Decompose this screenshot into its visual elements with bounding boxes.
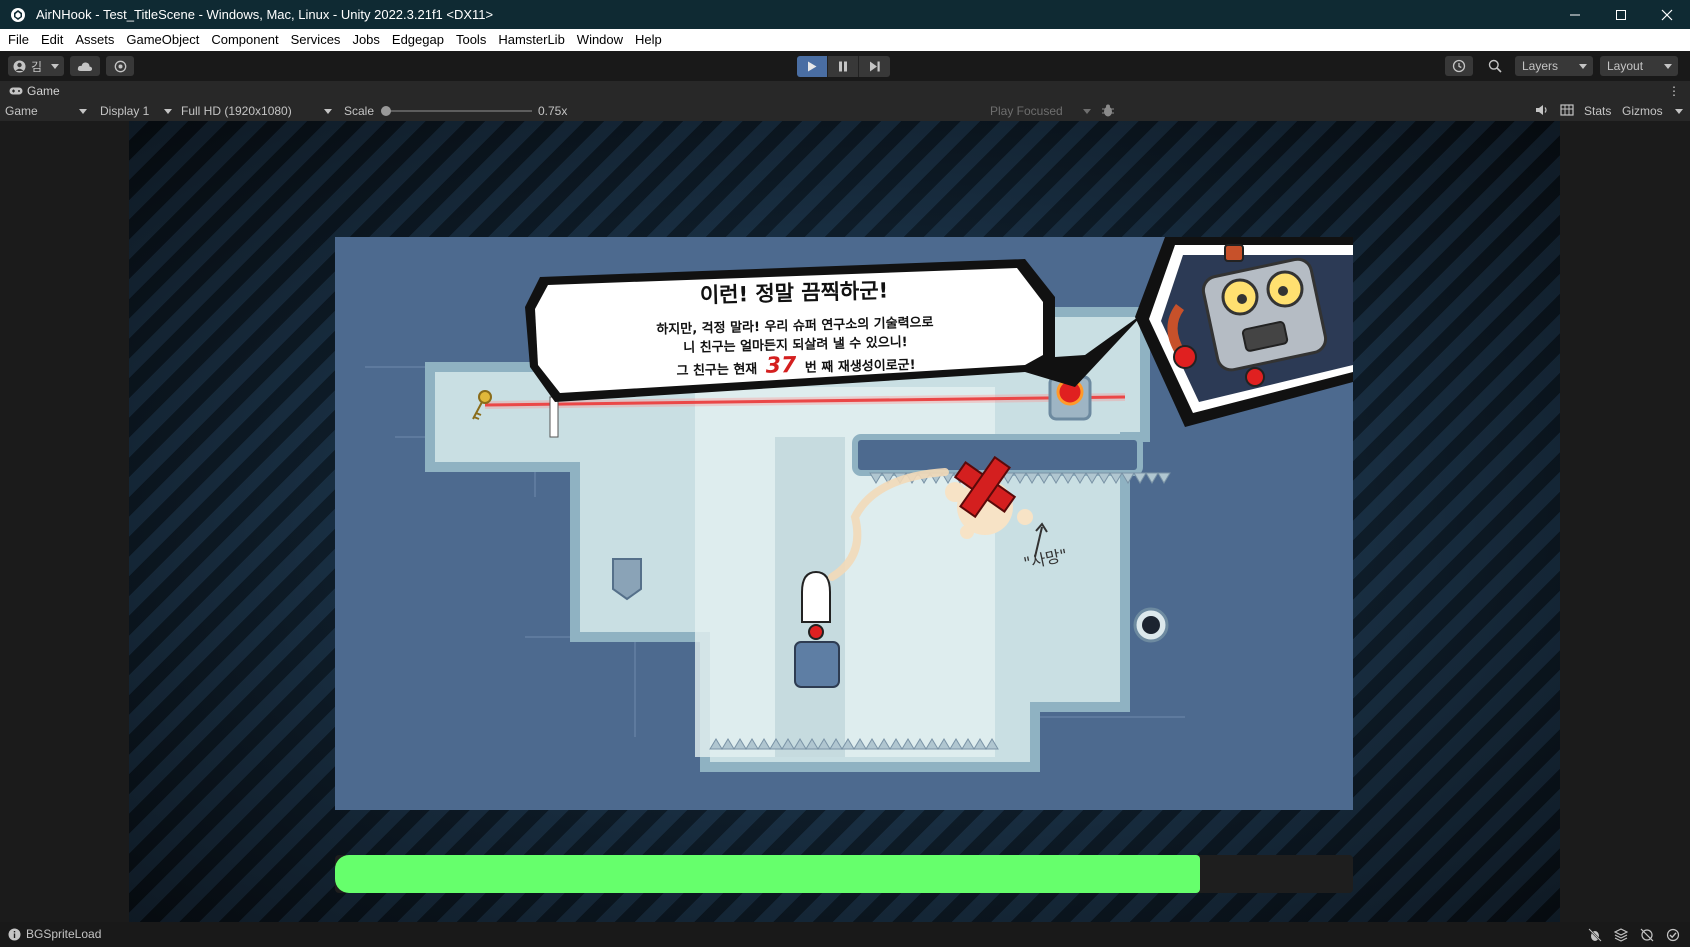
bug-icon[interactable] <box>1101 103 1115 123</box>
chevron-down-icon <box>324 109 332 114</box>
console-message[interactable]: BGSpriteLoad <box>8 927 101 941</box>
close-icon <box>1661 9 1673 20</box>
menu-jobs[interactable]: Jobs <box>346 29 385 51</box>
play-icon <box>808 61 817 72</box>
chevron-down-icon <box>164 109 172 114</box>
scale-value: 0.75x <box>538 104 568 118</box>
menu-edit[interactable]: Edit <box>35 29 69 51</box>
auto-generate-lighting-icon[interactable] <box>1636 926 1658 943</box>
menu-edgegap[interactable]: Edgegap <box>386 29 450 51</box>
scale-label: Scale <box>344 104 375 118</box>
game-tab-bar: Game ⋮ <box>0 81 1690 101</box>
step-icon <box>869 61 880 72</box>
gizmos-dropdown[interactable]: Gizmos <box>1622 101 1686 121</box>
menu-help[interactable]: Help <box>629 29 668 51</box>
minimize-icon <box>1570 14 1580 15</box>
dialog-line-3-prefix: 그 친구는 현재 <box>676 362 758 380</box>
play-button[interactable] <box>797 56 828 77</box>
regeneration-count: 37 <box>765 352 797 379</box>
minimize-button[interactable] <box>1552 0 1598 29</box>
dialog-box: 이런! 정말 끔찍하군! 하지만, 걱정 말라! 우리 슈퍼 연구소의 기술력으… <box>564 271 1027 386</box>
layout-label: Layout <box>1607 59 1644 73</box>
account-button[interactable]: 김 <box>8 56 64 76</box>
loading-progress-bar <box>335 855 1353 893</box>
display-label: Display 1 <box>100 104 150 118</box>
cloud-button[interactable] <box>70 56 100 76</box>
layout-dropdown[interactable]: Layout <box>1600 56 1678 76</box>
menu-component[interactable]: Component <box>205 29 284 51</box>
menu-window[interactable]: Window <box>571 29 629 51</box>
game-scene-image: "사망" 이런! 정말 끔찍하군! 하지만, 걱정 말라! 우리 슈퍼 연구소의… <box>335 237 1353 810</box>
gamepad-icon <box>9 87 23 95</box>
main-toolbar: 김 Layers Layout <box>0 51 1690 81</box>
status-bar: BGSpriteLoad <box>0 922 1690 947</box>
check-status-icon[interactable] <box>1662 926 1684 943</box>
menu-services[interactable]: Services <box>285 29 347 51</box>
account-icon <box>13 60 26 72</box>
layers-dropdown[interactable]: Layers <box>1515 56 1593 76</box>
layers-label: Layers <box>1522 59 1559 73</box>
menu-gameobject[interactable]: GameObject <box>120 29 205 51</box>
play-controls <box>797 56 890 77</box>
chevron-down-icon <box>1675 109 1683 114</box>
view-mode-dropdown[interactable]: Game <box>5 101 89 121</box>
info-icon <box>8 928 21 940</box>
search-button[interactable] <box>1481 56 1509 76</box>
menu-bar: File Edit Assets GameObject Component Se… <box>0 29 1690 51</box>
maximize-icon <box>1616 9 1626 20</box>
menu-file[interactable]: File <box>2 29 35 51</box>
unity-logo-icon <box>11 7 25 22</box>
game-view-toolbar: Game Display 1 Full HD (1920x1080) Scale… <box>0 101 1690 121</box>
view-mode-label: Game <box>5 104 38 118</box>
stats-button[interactable]: Stats <box>1584 101 1611 121</box>
game-render-area[interactable]: "사망" 이런! 정말 끔찍하군! 하지만, 걱정 말라! 우리 슈퍼 연구소의… <box>129 121 1560 922</box>
menu-assets[interactable]: Assets <box>69 29 120 51</box>
menu-tools[interactable]: Tools <box>450 29 492 51</box>
play-mode-label: Play Focused <box>990 104 1063 118</box>
window-title: AirNHook - Test_TitleScene - Windows, Ma… <box>36 7 494 22</box>
debug-mode-icon[interactable] <box>1584 926 1606 943</box>
window-title-bar: AirNHook - Test_TitleScene - Windows, Ma… <box>0 0 1690 29</box>
shader-compile-icon[interactable] <box>1610 926 1632 943</box>
resolution-label: Full HD (1920x1080) <box>181 104 292 118</box>
step-button[interactable] <box>859 56 890 77</box>
dialog-line-3-suffix: 번 째 재생성이로군! <box>804 357 916 376</box>
scale-slider-knob[interactable] <box>381 106 391 116</box>
gizmos-label: Gizmos <box>1622 104 1663 118</box>
undo-history-button[interactable] <box>1445 56 1473 76</box>
tab-game-label: Game <box>27 84 60 98</box>
console-message-text: BGSpriteLoad <box>26 927 102 941</box>
grid-toggle-icon[interactable] <box>1560 103 1574 123</box>
pause-icon <box>839 61 847 72</box>
game-viewport[interactable]: "사망" 이런! 정말 끔찍하군! 하지만, 걱정 말라! 우리 슈퍼 연구소의… <box>0 121 1690 922</box>
collab-button[interactable] <box>106 56 134 76</box>
loading-progress-fill <box>335 855 1201 893</box>
cloud-icon <box>77 61 93 71</box>
chevron-down-icon <box>1579 64 1587 69</box>
close-button[interactable] <box>1644 0 1690 29</box>
chevron-down-icon <box>1083 109 1091 114</box>
display-dropdown[interactable]: Display 1 <box>100 101 174 121</box>
maximize-button[interactable] <box>1598 0 1644 29</box>
chevron-down-icon <box>79 109 87 114</box>
chevron-down-icon <box>1664 64 1672 69</box>
scale-slider-track[interactable] <box>386 110 532 112</box>
more-options-icon[interactable]: ⋮ <box>1668 84 1680 98</box>
history-icon <box>1452 59 1466 73</box>
chevron-down-icon <box>51 64 59 69</box>
search-icon <box>1488 59 1502 73</box>
play-mode-dropdown[interactable]: Play Focused <box>990 101 1094 121</box>
menu-hamsterlib[interactable]: HamsterLib <box>492 29 570 51</box>
collab-icon <box>114 60 126 72</box>
tab-game[interactable]: Game <box>0 84 60 98</box>
audio-mute-icon[interactable] <box>1535 103 1549 123</box>
pause-button[interactable] <box>828 56 859 77</box>
account-label: 김 <box>31 59 43 74</box>
resolution-dropdown[interactable]: Full HD (1920x1080) <box>181 101 335 121</box>
